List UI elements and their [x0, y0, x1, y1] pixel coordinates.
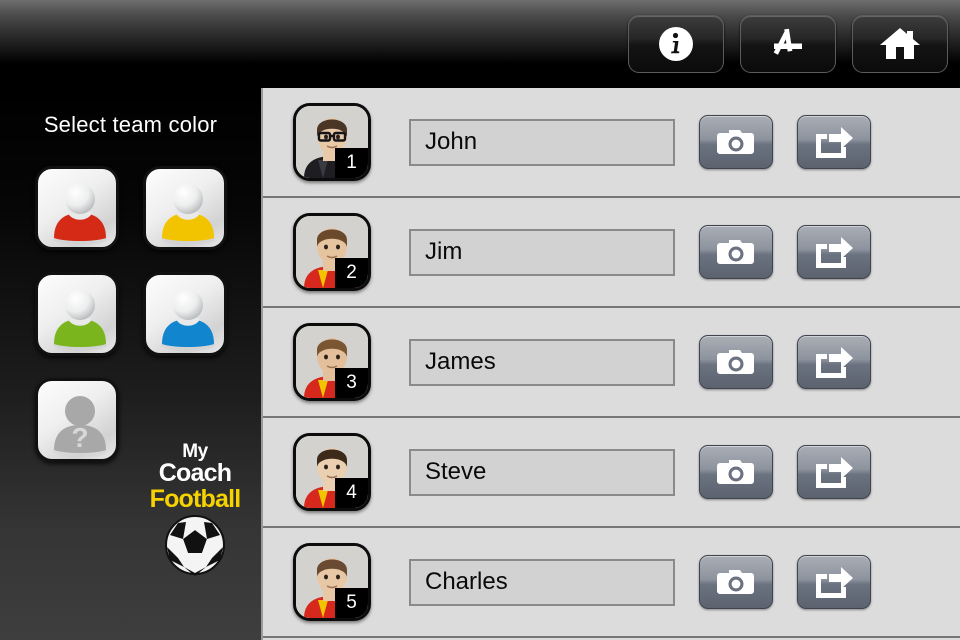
- player-number-badge: 4: [335, 478, 368, 508]
- home-button[interactable]: [852, 15, 948, 73]
- player-share-button[interactable]: [797, 555, 871, 609]
- player-camera-button[interactable]: [699, 335, 773, 389]
- player-name-value: Jim: [425, 238, 463, 265]
- share-export-icon: [816, 127, 853, 158]
- player-share-button[interactable]: [797, 335, 871, 389]
- player-photo[interactable]: 5: [293, 543, 371, 621]
- player-camera-button[interactable]: [699, 225, 773, 279]
- app-logo: My Coach Football: [140, 442, 250, 576]
- appstore-icon: [773, 28, 802, 55]
- appstore-button[interactable]: [740, 15, 836, 73]
- info-icon: [659, 27, 693, 61]
- player-row[interactable]: 2 Jim: [263, 198, 960, 308]
- player-name-field[interactable]: Steve: [409, 448, 675, 496]
- question-mark-label: ?: [71, 422, 88, 453]
- player-number-badge: 1: [335, 148, 368, 178]
- home-icon: [880, 28, 920, 59]
- player-row[interactable]: 5 Charles: [263, 528, 960, 638]
- player-number-badge: 3: [335, 368, 368, 398]
- player-camera-button[interactable]: [699, 445, 773, 499]
- player-name-field[interactable]: James: [409, 338, 675, 386]
- person-icon-yellow: [160, 184, 215, 245]
- team-color-yellow[interactable]: [142, 166, 227, 250]
- app-root: Select team color ? My Coach Football 1 …: [0, 0, 960, 640]
- team-color-unknown[interactable]: ?: [34, 378, 119, 462]
- player-name-field[interactable]: Jim: [409, 228, 675, 276]
- soccer-ball-icon: [165, 515, 225, 576]
- player-name-field[interactable]: Charles: [409, 558, 675, 606]
- person-icon-red: [52, 184, 107, 245]
- camera-icon: [717, 240, 754, 264]
- player-photo[interactable]: 1: [293, 103, 371, 181]
- share-export-icon: [816, 347, 853, 378]
- camera-icon: [717, 460, 754, 484]
- player-number-badge: 2: [335, 258, 368, 288]
- person-icon-unknown: ?: [52, 396, 107, 457]
- camera-icon: [717, 570, 754, 594]
- player-photo[interactable]: 4: [293, 433, 371, 511]
- player-share-button[interactable]: [797, 445, 871, 499]
- player-row[interactable]: 3 James: [263, 308, 960, 418]
- info-button[interactable]: [628, 15, 724, 73]
- share-export-icon: [816, 237, 853, 268]
- team-color-blue[interactable]: [142, 272, 227, 356]
- player-share-button[interactable]: [797, 225, 871, 279]
- player-name-field[interactable]: John: [409, 118, 675, 166]
- camera-icon: [717, 130, 754, 154]
- logo-line-coach: Coach: [158, 459, 232, 487]
- share-export-icon: [816, 457, 853, 488]
- player-camera-button[interactable]: [699, 115, 773, 169]
- person-icon-green: [52, 290, 107, 351]
- team-color-green[interactable]: [34, 272, 119, 356]
- player-name-value: John: [425, 128, 478, 155]
- player-name-value: Charles: [425, 568, 508, 595]
- share-export-icon: [816, 567, 853, 598]
- team-color-grid: ?: [34, 166, 227, 462]
- player-camera-button[interactable]: [699, 555, 773, 609]
- player-photo[interactable]: 3: [293, 323, 371, 401]
- logo-line-football: Football: [149, 485, 242, 513]
- toolbar: [0, 0, 960, 88]
- player-row[interactable]: 1 John: [263, 88, 960, 198]
- player-share-button[interactable]: [797, 115, 871, 169]
- team-color-red[interactable]: [34, 166, 119, 250]
- person-icon-blue: [160, 290, 215, 351]
- sidebar: Select team color ? My Coach Football: [0, 88, 261, 640]
- player-photo[interactable]: 2: [293, 213, 371, 291]
- player-list[interactable]: 1 John 2 Jim 3 James 4 Steve 5 Charles: [261, 88, 960, 640]
- sidebar-title: Select team color: [43, 112, 218, 137]
- camera-icon: [717, 350, 754, 374]
- player-row[interactable]: 4 Steve: [263, 418, 960, 528]
- player-name-value: Steve: [425, 458, 487, 485]
- player-name-value: James: [425, 348, 496, 375]
- player-number-badge: 5: [335, 588, 368, 618]
